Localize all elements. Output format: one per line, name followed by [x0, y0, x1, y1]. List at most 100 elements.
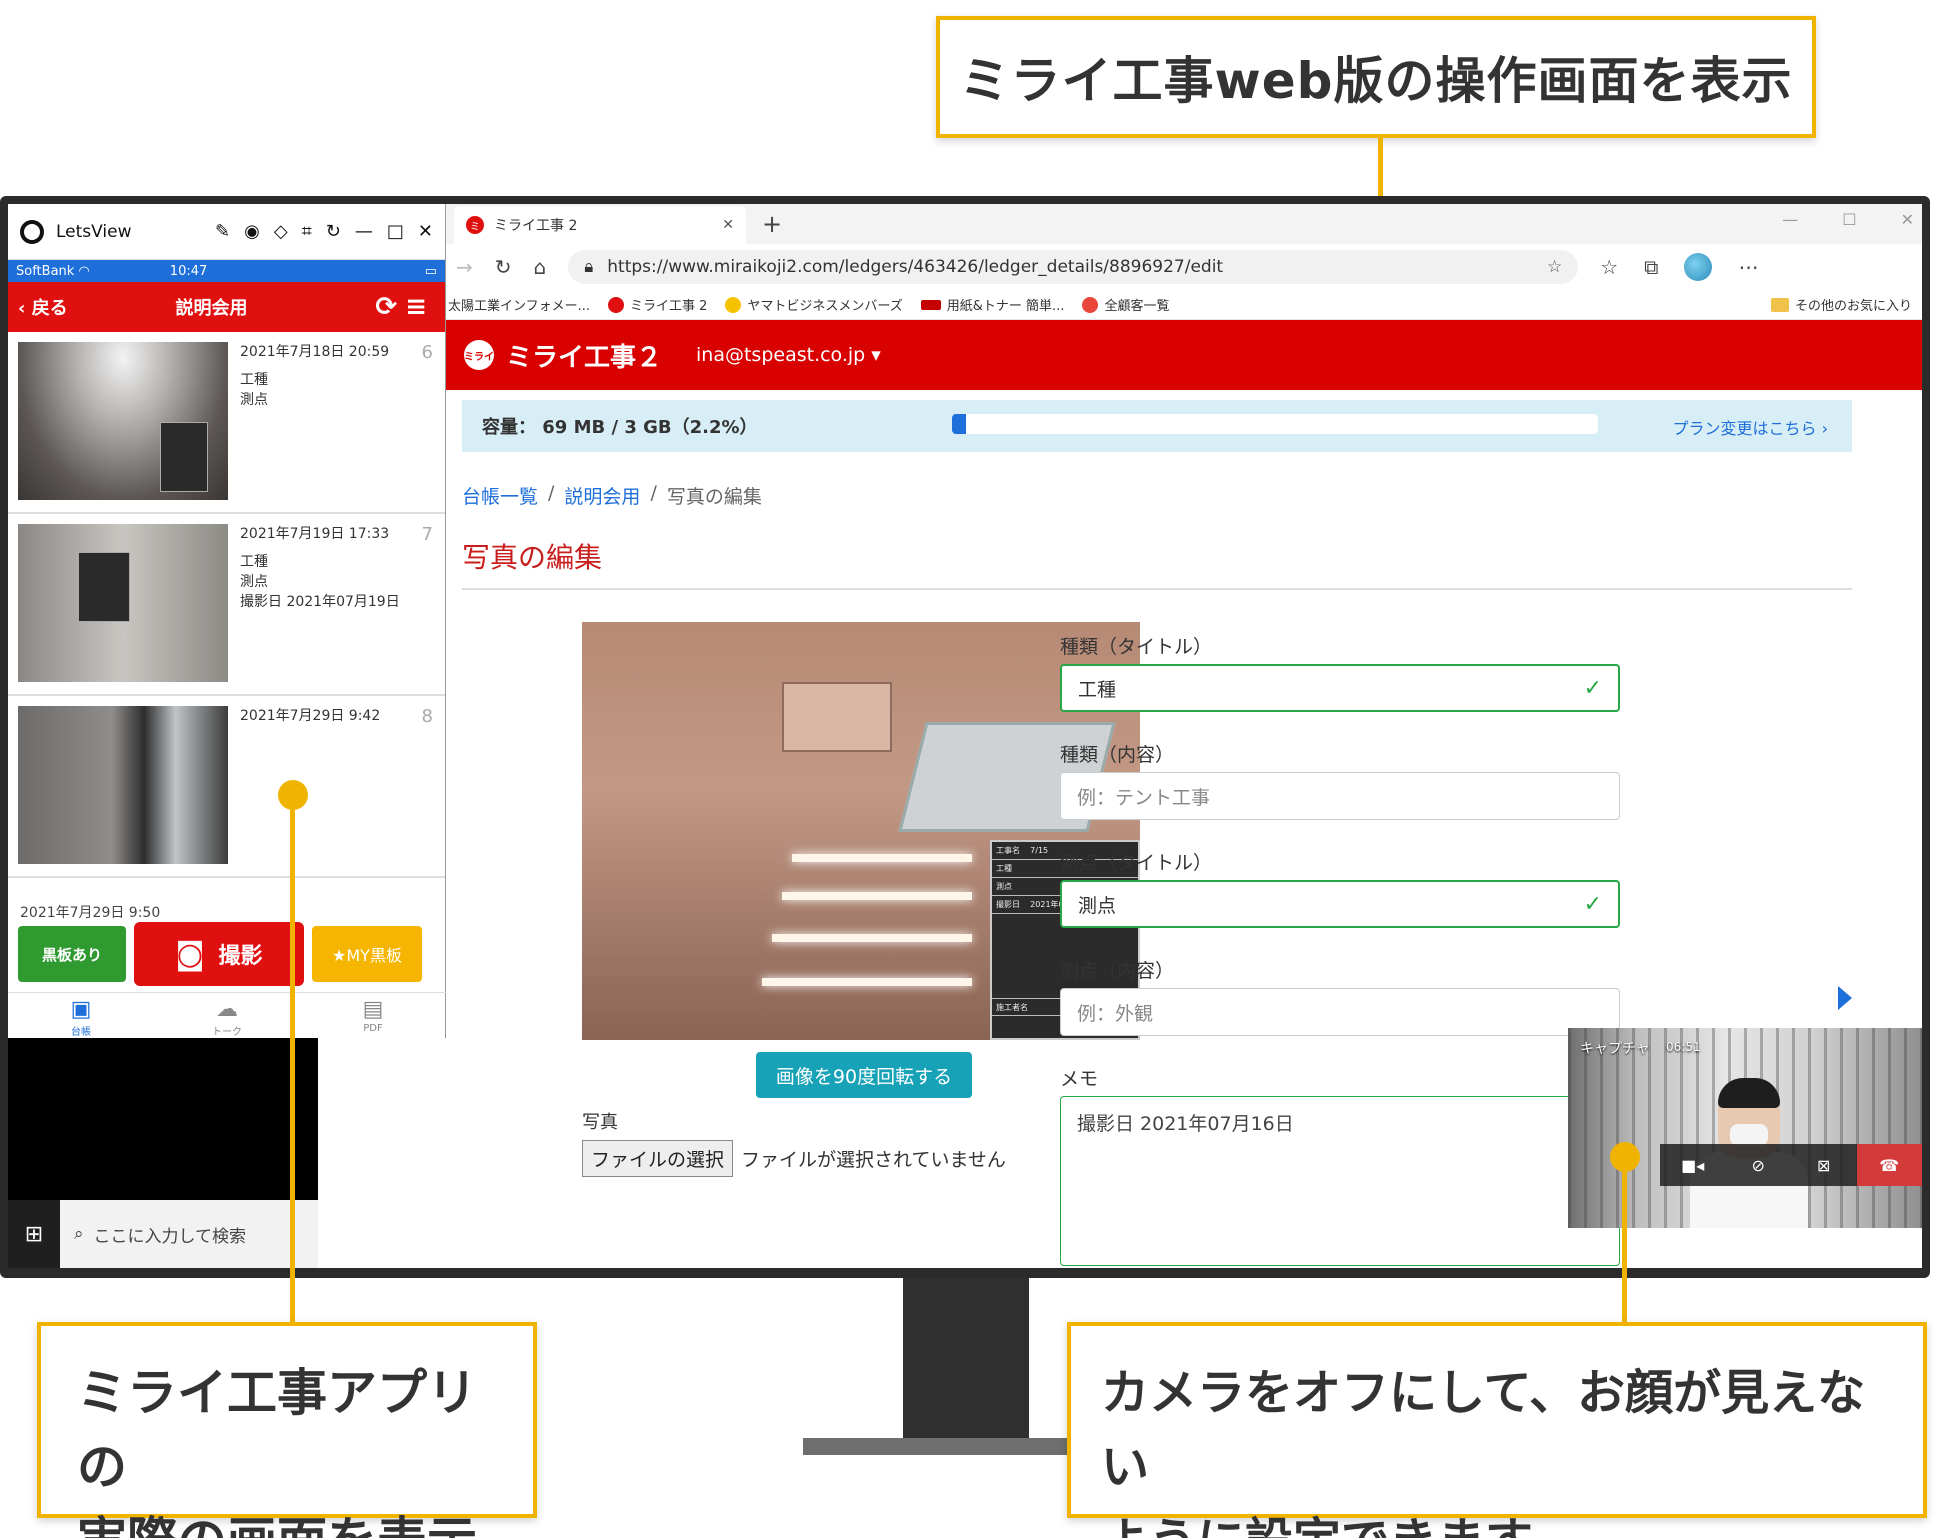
maximize-icon[interactable]: ☐ — [1842, 210, 1856, 229]
home-icon[interactable]: ⌂ — [534, 255, 547, 279]
minimize-icon[interactable]: — — [1782, 210, 1798, 229]
item-date: 2021年7月18日 20:59 — [240, 344, 390, 360]
bookmarks-other-folder[interactable]: その他のお気に入り — [1770, 295, 1912, 314]
hang-up-icon[interactable]: ☎ — [1856, 1144, 1922, 1186]
plan-change-link[interactable]: プラン変更はこちら › — [1673, 415, 1829, 439]
screen-share-off-icon[interactable]: ⊠ — [1791, 1144, 1857, 1186]
windows-start-icon[interactable]: ⊞ — [8, 1200, 60, 1268]
item-line1: 工種 — [240, 372, 268, 388]
bookmark-item[interactable]: ヤマトビジネスメンバーズ — [725, 295, 903, 314]
chat-icon: ☁ — [216, 997, 238, 1022]
taskbar-search[interactable]: ⌕ ここに入力して検索 — [60, 1200, 318, 1268]
breadcrumb-ledger[interactable]: 説明会用 — [564, 482, 640, 509]
close-icon[interactable]: ✕ — [1901, 210, 1914, 229]
new-tab-icon[interactable]: + — [762, 210, 782, 238]
breadcrumb-ledger-list[interactable]: 台帳一覧 — [462, 482, 538, 509]
choose-file-button[interactable]: ファイルの選択 — [582, 1140, 734, 1177]
close-icon[interactable]: ✕ — [418, 221, 433, 242]
back-label: 戻る — [31, 298, 68, 319]
battery-icon: ▭ — [424, 263, 437, 279]
window-controls: — ☐ ✕ — [1782, 210, 1914, 229]
browser-tab-title: ミライ工事 2 — [494, 218, 578, 234]
photo-list-item[interactable]: 2021年7月19日 17:33 工種 測点 撮影日 2021年07月19日 7 — [8, 514, 445, 696]
blackboard-toggle-button[interactable]: 黒板あり — [18, 926, 126, 982]
tab-pdf[interactable]: ▤ PDF — [300, 993, 446, 1038]
letsview-logo-icon — [20, 219, 44, 244]
callout-left-dot — [278, 780, 308, 810]
kind-content-input[interactable]: 例：テント工事 — [1060, 772, 1620, 820]
camera-toggle-icon[interactable]: ■◂ — [1660, 1144, 1726, 1186]
bookmark-item[interactable]: ミライ工事 2 — [608, 295, 707, 314]
photo-list-item[interactable]: 2021年7月18日 20:59 工種 測点 6 — [8, 332, 445, 514]
address-bar[interactable]: 🔒︎ https://www.miraikoji2.com/ledgers/46… — [568, 250, 1579, 284]
tab-talk[interactable]: ☁ トーク — [154, 993, 300, 1038]
caret-right-icon[interactable] — [1838, 986, 1852, 1010]
more-icon[interactable]: ⋯ — [1738, 255, 1758, 279]
phone-status-bar: SoftBank ◠ 10:47 ▭ — [8, 260, 445, 282]
capacity-progress-fill — [952, 414, 967, 434]
collections-icon[interactable]: ⧉ — [1644, 255, 1658, 279]
folder-icon — [1770, 297, 1789, 312]
mic-muted-icon[interactable]: ⊘ — [1726, 1144, 1792, 1186]
pin-icon[interactable]: ◇ — [274, 221, 288, 242]
favorites-icon[interactable]: ☆ — [1600, 255, 1618, 279]
letsview-title: LetsView — [56, 221, 132, 242]
my-board-button[interactable]: ★MY黒板 — [312, 926, 422, 982]
item-line1: 工種 — [240, 554, 268, 570]
check-icon: ✓ — [1583, 675, 1602, 701]
memo-textarea[interactable]: 撮影日 2021年07月16日 — [1060, 1096, 1620, 1266]
callout-app-screen: ミライ工事アプリの 実際の画面を表示 — [37, 1322, 537, 1538]
bookmark-item[interactable]: 用紙&トナー 簡単... — [920, 295, 1064, 314]
item-line2: 測点 — [240, 392, 268, 408]
minimize-icon[interactable]: — — [355, 221, 373, 242]
callout-right-line1: カメラをオフにして、お顔が見えない — [1101, 1365, 1866, 1495]
back-button[interactable]: ‹ 戻る — [18, 294, 68, 320]
memo-label: メモ — [1060, 1068, 1099, 1090]
item-number: 7 — [421, 524, 433, 545]
bookmark-favicon-icon — [725, 296, 742, 313]
bookmarks-bar: 太陽工業インフォメー... ミライ工事 2 ヤマトビジネスメンバーズ 用紙&トナ… — [446, 290, 1922, 320]
rotate-image-button[interactable]: 画像を90度回転する — [756, 1052, 972, 1098]
forward-icon[interactable]: → — [456, 255, 473, 279]
tab-close-icon[interactable]: ✕ — [722, 217, 734, 233]
video-controls: ■◂ ⊘ ⊠ ☎ — [1660, 1144, 1922, 1186]
video-time: 06:51 — [1666, 1040, 1701, 1054]
item-number: 6 — [421, 342, 433, 363]
photo-thumbnail — [18, 706, 228, 864]
photo-list-item[interactable]: 2021年7月29日 9:42 8 — [8, 696, 445, 878]
reload-icon[interactable]: ↻ — [495, 255, 512, 279]
record-icon[interactable]: ◉ — [244, 221, 260, 242]
bookmark-item[interactable]: 太陽工業インフォメー... — [448, 295, 590, 314]
brush-icon[interactable]: ✎ — [215, 221, 230, 242]
wifi-icon: ◠ — [74, 263, 90, 279]
pdf-icon: ▤ — [362, 997, 384, 1022]
site-name[interactable]: ミライ工事２ — [506, 337, 662, 374]
site-favicon-icon: ミ — [466, 216, 484, 234]
kind-title-input[interactable]: 工種 ✓ — [1060, 664, 1620, 712]
bookmark-item[interactable]: 全顧客一覧 — [1082, 295, 1169, 314]
menu-icon[interactable]: ≡ — [405, 292, 435, 322]
page-title: 写真の編集 — [462, 541, 603, 574]
photo-thumbnail — [18, 524, 228, 682]
file-status: ファイルが選択されていません — [741, 1149, 1006, 1171]
crop-icon[interactable]: ⌗ — [302, 221, 312, 242]
shoot-button[interactable]: ◙ 撮影 — [134, 922, 304, 986]
user-menu[interactable]: ina@tspeast.co.jp ▾ — [696, 344, 881, 366]
add-favorite-icon[interactable]: ☆ — [1547, 257, 1562, 277]
item-date: 2021年7月19日 17:33 — [240, 526, 390, 542]
action-bar: 黒板あり ◙ 撮影 ★MY黒板 — [8, 916, 446, 992]
map-pin-icon — [1082, 296, 1099, 313]
profile-avatar[interactable] — [1684, 253, 1713, 281]
letsview-window: LetsView ✎ ◉ ◇ ⌗ ↻ — □ ✕ SoftBank ◠ 10:4… — [8, 204, 446, 1038]
photo-field-label: 写真 — [582, 1112, 618, 1133]
screen: LetsView ✎ ◉ ◇ ⌗ ↻ — □ ✕ SoftBank ◠ 10:4… — [8, 204, 1922, 1268]
divider — [462, 588, 1852, 590]
search-icon: ⌕ — [74, 1224, 84, 1244]
maximize-icon[interactable]: □ — [387, 221, 404, 242]
point-title-input[interactable]: 測点 ✓ — [1060, 880, 1620, 928]
rotate-icon[interactable]: ↻ — [326, 221, 341, 242]
refresh-icon[interactable]: ⟳ — [375, 292, 405, 322]
browser-tab[interactable]: ミ ミライ工事 2 ✕ — [454, 206, 746, 244]
tab-ledger[interactable]: ▣ 台帳 — [8, 993, 154, 1038]
point-content-input[interactable]: 例：外観 — [1060, 988, 1620, 1036]
